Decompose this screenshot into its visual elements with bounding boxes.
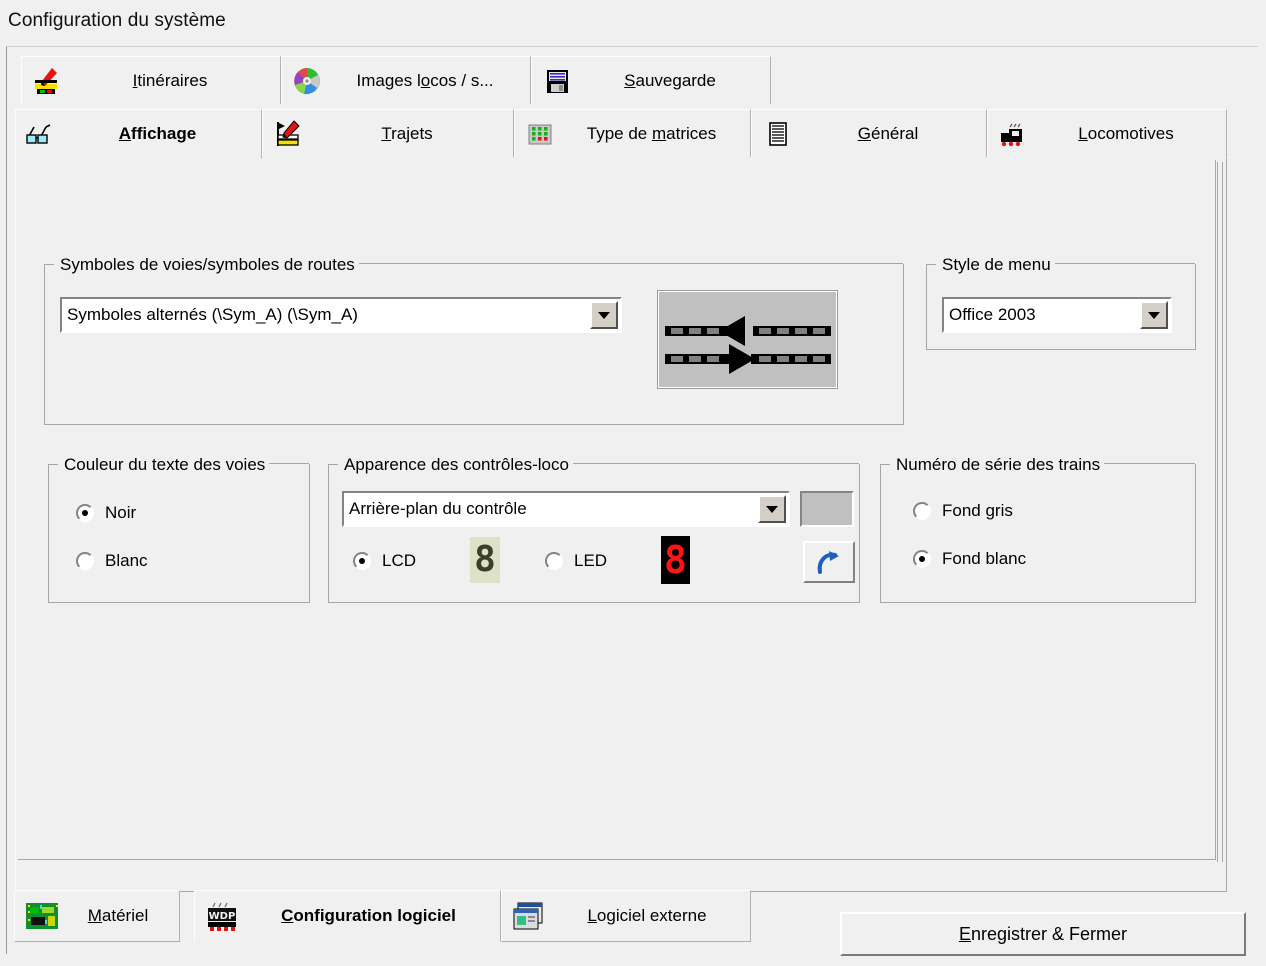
tab-control: Itinéraires Images locos / s... Sauvegar… xyxy=(15,47,1227,892)
glasses-icon xyxy=(24,118,58,150)
matrix-dots-icon xyxy=(523,118,557,150)
radio-icon-fond-gris[interactable] xyxy=(913,502,931,520)
group-menu-style: Style de menu Office 2003 xyxy=(926,255,1196,350)
radio-track-text-blanc[interactable]: Blanc xyxy=(76,551,148,571)
group-track-text-color-label: Couleur du texte des voies xyxy=(60,455,270,475)
group-menu-style-label: Style de menu xyxy=(938,255,1055,275)
tab-affichage[interactable]: Affichage xyxy=(15,109,262,159)
wdp-icon: WDP xyxy=(203,899,241,933)
group-train-serial: Numéro de série des trains Fond gris Fon… xyxy=(880,455,1196,603)
tab-row-lower: Affichage Trajets Type de matrices Génér… xyxy=(15,109,1227,159)
radio-train-serial-grey-label: Fond gris xyxy=(942,501,1013,520)
floppy-disk-icon xyxy=(540,65,574,97)
chevron-down-icon xyxy=(766,505,778,513)
bottom-tab-logiciel-externe[interactable]: Logiciel externe xyxy=(501,890,751,942)
document-lines-icon xyxy=(760,118,794,150)
tab-panel-affichage: Symboles de voies/symboles de routes Sym… xyxy=(15,157,1227,892)
group-loco-control-look-label: Apparence des contrôles-loco xyxy=(340,455,573,475)
menu-style-combo[interactable]: Office 2003 xyxy=(942,297,1172,333)
group-loco-control-look-box xyxy=(328,463,860,603)
tab-locomotives-label: Locomotives xyxy=(1078,123,1174,143)
track-symbol-preview xyxy=(657,290,838,389)
loco-control-background-combo-arrow[interactable] xyxy=(758,495,786,523)
menu-style-combo-arrow[interactable] xyxy=(1140,301,1168,329)
radio-icon-noir[interactable] xyxy=(76,504,94,522)
reset-loco-control-button[interactable] xyxy=(803,541,855,583)
group-loco-control-look: Apparence des contrôles-loco Arrière-pla… xyxy=(328,455,860,603)
loco-control-background-combo-value: Arrière-plan du contrôle xyxy=(349,499,527,518)
led-digit-preview: 8 xyxy=(661,536,690,584)
bottom-tab-materiel-label: Matériel xyxy=(87,906,149,925)
track-symbols-combo-arrow[interactable] xyxy=(590,301,618,329)
bottom-tab-logiciel-externe-label: Logiciel externe xyxy=(587,906,707,925)
chevron-down-icon xyxy=(598,311,610,319)
radio-icon-fond-blanc[interactable] xyxy=(913,550,931,568)
circuit-board-icon xyxy=(23,899,61,933)
tab-itineraires[interactable]: Itinéraires xyxy=(21,56,281,104)
group-track-text-color-box xyxy=(48,463,310,603)
route-marker-icon xyxy=(30,65,64,97)
radio-train-serial-white[interactable]: Fond blanc xyxy=(913,549,1026,569)
tab-type-de-matrices-label: Type de matrices xyxy=(586,123,717,143)
tab-row-upper: Itinéraires Images locos / s... Sauvegar… xyxy=(15,56,1227,104)
group-track-symbols-label: Symboles de voies/symboles de routes xyxy=(56,255,359,275)
chevron-down-icon xyxy=(1148,311,1160,319)
group-track-text-color: Couleur du texte des voies Noir Blanc xyxy=(48,455,310,603)
tab-trajets-label: Trajets xyxy=(381,123,433,143)
save-and-close-label: Enregistrer & Fermer xyxy=(958,923,1128,944)
track-symbols-combo-value: Symboles alternés (\Sym_A) (\Sym_A) xyxy=(67,305,358,324)
tab-panel-inner: Symboles de voies/symboles de routes Sym… xyxy=(18,160,1223,862)
radio-train-serial-white-label: Fond blanc xyxy=(942,549,1027,568)
reset-icon xyxy=(814,548,844,576)
loco-control-background-combo[interactable]: Arrière-plan du contrôle xyxy=(342,491,790,527)
radio-icon-lcd[interactable] xyxy=(353,552,371,570)
radio-display-lcd-label: LCD xyxy=(382,551,417,570)
menu-style-combo-value: Office 2003 xyxy=(949,305,1036,324)
dialog-frame: Itinéraires Images locos / s... Sauvegar… xyxy=(6,46,1258,954)
group-train-serial-label: Numéro de série des trains xyxy=(892,455,1105,475)
radio-display-led-label: LED xyxy=(574,551,608,570)
tab-sauvegarde-label: Sauvegarde xyxy=(624,70,716,90)
pencil-board-icon xyxy=(271,118,305,150)
lcd-digit-preview: 8 xyxy=(470,537,500,583)
radio-track-text-noir-label: Noir xyxy=(105,503,137,522)
tab-general-label: Général xyxy=(857,123,919,143)
radio-icon-blanc[interactable] xyxy=(76,552,94,570)
color-wheel-icon xyxy=(290,65,324,97)
tab-images-locos-label: Images locos / s... xyxy=(356,70,494,90)
tab-locomotives[interactable]: Locomotives xyxy=(987,109,1227,157)
tab-general[interactable]: Général xyxy=(751,109,987,157)
windows-stack-icon xyxy=(510,899,548,933)
bottom-tab-configuration-logiciel-label: Configuration logiciel xyxy=(281,906,456,925)
radio-display-led[interactable]: LED xyxy=(545,551,607,571)
tab-itineraires-label: Itinéraires xyxy=(132,70,208,90)
svg-text:WDP: WDP xyxy=(209,911,236,922)
bottom-tab-configuration-logiciel[interactable]: WDP Configuration logiciel xyxy=(194,890,501,942)
tab-type-de-matrices[interactable]: Type de matrices xyxy=(514,109,751,157)
window-title: Configuration du système xyxy=(8,10,226,31)
radio-track-text-noir[interactable]: Noir xyxy=(76,503,136,523)
group-train-serial-box xyxy=(880,463,1196,603)
tab-sauvegarde[interactable]: Sauvegarde xyxy=(531,56,771,104)
panel-scrollbar[interactable] xyxy=(1217,162,1223,862)
tab-trajets[interactable]: Trajets xyxy=(262,109,514,157)
radio-track-text-blanc-label: Blanc xyxy=(105,551,148,570)
radio-icon-led[interactable] xyxy=(545,552,563,570)
tab-images-locos[interactable]: Images locos / s... xyxy=(281,56,531,104)
track-symbols-combo[interactable]: Symboles alternés (\Sym_A) (\Sym_A) xyxy=(60,297,622,333)
locomotive-icon xyxy=(996,118,1030,150)
save-and-close-button[interactable]: Enregistrer & Fermer xyxy=(840,912,1246,956)
tab-affichage-label: Affichage xyxy=(118,124,197,143)
radio-display-lcd[interactable]: LCD xyxy=(353,551,416,571)
loco-control-color-swatch[interactable] xyxy=(800,491,854,527)
radio-train-serial-grey[interactable]: Fond gris xyxy=(913,501,1013,521)
bottom-tab-materiel[interactable]: Matériel xyxy=(14,890,180,942)
system-configuration-window: Configuration du système Itinéraires Ima… xyxy=(0,0,1266,966)
